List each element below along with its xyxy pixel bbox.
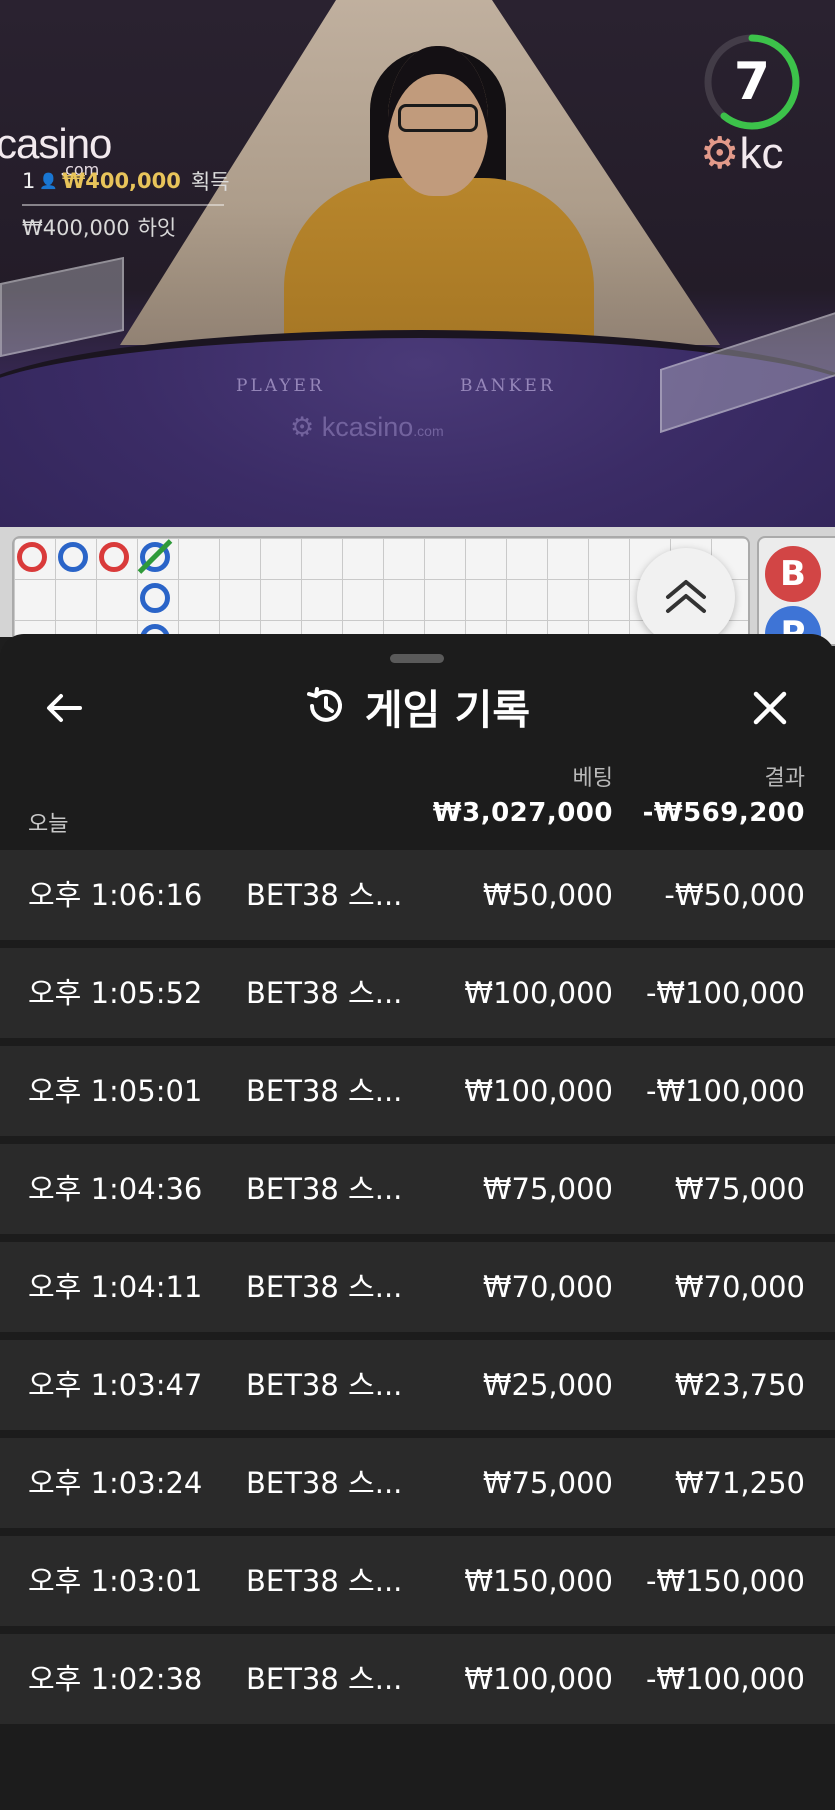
history-row[interactable]: 오후 1:02:38 BET38 스... ₩100,000 -₩100,000 [0,1634,835,1724]
chip-icon: ⚙ [700,129,740,178]
timer-value: 7 [733,52,771,112]
row-time: 오후 1:03:01 [28,1564,203,1598]
row-result: ₩23,750 [674,1368,805,1402]
close-button[interactable] [744,682,796,734]
row-time: 오후 1:04:36 [28,1172,203,1206]
sheet-header: 게임 기록 [0,674,835,738]
history-row[interactable]: 오후 1:05:01 BET38 스... ₩100,000 -₩100,000 [0,1046,835,1136]
row-game: BET38 스... [246,1564,403,1598]
row-game: BET38 스... [246,1466,403,1500]
expand-roadmap-button[interactable] [637,548,735,646]
date-group-label: 오늘 [28,812,69,837]
history-row[interactable]: 오후 1:03:01 BET38 스... ₩150,000 -₩150,000 [0,1536,835,1626]
row-time: 오후 1:05:01 [28,1074,203,1108]
dealer-glasses [398,104,478,132]
row-game: BET38 스... [246,976,403,1010]
table-banker-label: BANKER [460,376,556,396]
roadmap-side-panel[interactable]: B P [757,536,835,662]
row-bet: ₩75,000 [482,1172,613,1206]
row-result: -₩100,000 [645,976,805,1010]
row-bet: ₩150,000 [464,1564,613,1598]
history-list: 오후 1:06:16 BET38 스... ₩50,000 -₩50,000 오… [0,850,835,1732]
row-time: 오후 1:03:24 [28,1466,203,1500]
row-result: -₩150,000 [645,1564,805,1598]
row-bet: ₩100,000 [464,976,613,1010]
row-time: 오후 1:04:11 [28,1270,203,1304]
row-result: -₩50,000 [664,878,805,912]
banker-predict-button[interactable]: B [765,546,821,602]
sheet-title: 게임 기록 [364,686,531,734]
history-row[interactable]: 오후 1:05:52 BET38 스... ₩100,000 -₩100,000 [0,948,835,1038]
row-time: 오후 1:05:52 [28,976,203,1010]
row-bet: ₩100,000 [464,1662,613,1696]
row-game: BET38 스... [246,1172,403,1206]
hit-amount: ₩400,000 [22,216,130,240]
total-result: -₩569,200 [642,798,805,828]
row-game: BET38 스... [246,1662,403,1696]
road-marker-banker [99,542,129,572]
row-result: ₩71,250 [674,1466,805,1500]
countdown-timer: 7 [700,30,804,134]
total-bet: ₩3,027,000 [432,798,613,828]
chevron-up-double-icon [666,580,706,613]
winner-rank: 1 [22,169,36,193]
row-game: BET38 스... [246,1074,403,1108]
live-video[interactable]: PLAYER BANKER ⚙ kcasino.com casino .com … [0,0,835,527]
row-result: -₩100,000 [645,1074,805,1108]
road-marker-banker [17,542,47,572]
brand-logo-right: ⚙kc [700,129,784,178]
column-header-bet: 베팅 [572,766,613,791]
row-game: BET38 스... [246,878,403,912]
column-header-result: 결과 [764,766,805,791]
row-bet: ₩50,000 [482,878,613,912]
history-row[interactable]: 오후 1:03:47 BET38 스... ₩25,000 ₩23,750 [0,1340,835,1430]
game-history-sheet: 게임 기록 베팅 결과 오늘 ₩3,027,000 -₩569,200 오후 1… [0,634,835,1810]
card-shoe-left [0,256,124,358]
winner-suffix: 획득 [190,170,230,194]
history-row[interactable]: 오후 1:03:24 BET38 스... ₩75,000 ₩71,250 [0,1438,835,1528]
divider [22,204,224,206]
row-bet: ₩100,000 [464,1074,613,1108]
row-time: 오후 1:06:16 [28,878,203,912]
row-bet: ₩25,000 [482,1368,613,1402]
row-game: BET38 스... [246,1270,403,1304]
winner-amount: ₩400,000 [62,169,181,193]
row-time: 오후 1:03:47 [28,1368,203,1402]
road-marker-player [140,583,170,613]
row-result: ₩70,000 [674,1270,805,1304]
history-row[interactable]: 오후 1:06:16 BET38 스... ₩50,000 -₩50,000 [0,850,835,940]
table-player-label: PLAYER [236,376,325,396]
user-icon: 👤 [39,172,59,190]
row-game: BET38 스... [246,1368,403,1402]
row-time: 오후 1:02:38 [28,1662,203,1696]
row-bet: ₩75,000 [482,1466,613,1500]
road-marker-player [58,542,88,572]
hit-suffix: 하잇 [137,216,177,240]
row-result: ₩75,000 [674,1172,805,1206]
history-row[interactable]: 오후 1:04:11 BET38 스... ₩70,000 ₩70,000 [0,1242,835,1332]
sheet-drag-handle[interactable] [390,654,444,663]
row-bet: ₩70,000 [482,1270,613,1304]
winner-info: 1 👤 ₩400,000 획득 ₩400,000 하잇 [22,166,230,242]
history-row[interactable]: 오후 1:04:36 BET38 스... ₩75,000 ₩75,000 [0,1144,835,1234]
table-logo: ⚙ kcasino.com [290,412,444,442]
history-icon [306,687,342,722]
close-icon [753,691,787,725]
row-result: -₩100,000 [645,1662,805,1696]
